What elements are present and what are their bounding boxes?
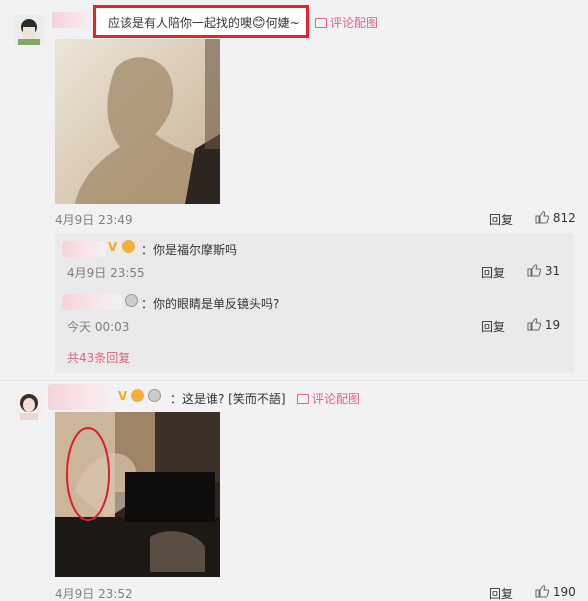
reply-badges: V [108, 240, 136, 254]
reply-like-count: 19 [544, 318, 561, 332]
image-icon [297, 394, 309, 404]
like-button[interactable]: 812 [535, 211, 576, 225]
reply-badges [125, 294, 138, 308]
comment-avatar[interactable] [14, 15, 44, 45]
reply-like-count: 31 [544, 264, 561, 278]
like-button[interactable]: 190 [535, 585, 576, 599]
medal-icon [147, 389, 161, 402]
comment-text: ：这是谁? [笑而不語] [170, 392, 286, 406]
reply-reply-button[interactable]: 回复 [481, 318, 505, 335]
like-count: 190 [552, 585, 576, 599]
comment-timestamp: 4月9日 23:49 [55, 213, 133, 227]
image-icon [315, 18, 327, 28]
reply-thread: V ：你是福尔摩斯吗 4月9日 23:55 回复 31 ：你的眼睛是单反镜头吗?… [55, 233, 574, 373]
verified-v-icon: V [118, 389, 128, 403]
reply-text: ：你是福尔摩斯吗 [141, 243, 238, 257]
commenter-name-blurred[interactable] [52, 12, 96, 28]
verified-v-icon: V [108, 240, 118, 254]
reply-button[interactable]: 回复 [489, 211, 513, 228]
thumbs-up-icon [535, 211, 549, 224]
vip-crown-icon [131, 389, 145, 402]
highlighted-comment-text: 应该是有人陪你一起找的噢😊何婕~ [93, 5, 309, 38]
comment-image-link[interactable]: 评论配图 [315, 14, 378, 31]
comment-timestamp: 4月9日 23:52 [55, 587, 133, 601]
reply-author-blurred[interactable] [62, 294, 122, 310]
reply-timestamp: 今天 00:03 [67, 320, 130, 334]
photo-dark-room [55, 412, 220, 577]
reply-divider [62, 286, 567, 287]
comment-text-part2: 何婕~ [265, 16, 300, 30]
reply-divider [62, 340, 567, 341]
more-replies-link[interactable]: 共43条回复 [67, 349, 130, 366]
smile-emoji-icon: 😊 [252, 16, 266, 31]
reply-like-button[interactable]: 31 [527, 264, 560, 278]
commenter-name-blurred[interactable] [48, 384, 114, 410]
thumbs-up-icon [527, 318, 541, 331]
comment-attached-image[interactable] [55, 412, 220, 577]
comment-divider [0, 380, 588, 381]
reply-text: ：你的眼睛是单反镜头吗? [141, 297, 280, 311]
comment-text-part1: 应该是有人陪你一起找的噢 [108, 16, 253, 30]
photo-shadow-figure [55, 39, 220, 204]
reply-reply-button[interactable]: 回复 [481, 264, 505, 281]
comment-attached-image[interactable] [55, 39, 220, 204]
image-link-label: 评论配图 [330, 16, 379, 30]
reply-author-blurred[interactable] [62, 241, 106, 257]
like-count: 812 [552, 211, 576, 225]
vip-crown-icon [122, 240, 136, 253]
avatar-image [14, 15, 44, 45]
thumbs-up-icon [535, 585, 549, 598]
thumbs-up-icon [527, 264, 541, 277]
commenter-badges: V [118, 389, 161, 403]
reply-timestamp: 4月9日 23:55 [67, 266, 145, 280]
avatar-image [14, 390, 44, 420]
reply-like-button[interactable]: 19 [527, 318, 560, 332]
image-link-label: 评论配图 [312, 392, 361, 406]
comment-image-link[interactable]: 评论配图 [297, 390, 360, 407]
reply-button[interactable]: 回复 [489, 585, 513, 601]
comment-avatar[interactable] [14, 390, 44, 420]
medal-icon [125, 294, 138, 307]
